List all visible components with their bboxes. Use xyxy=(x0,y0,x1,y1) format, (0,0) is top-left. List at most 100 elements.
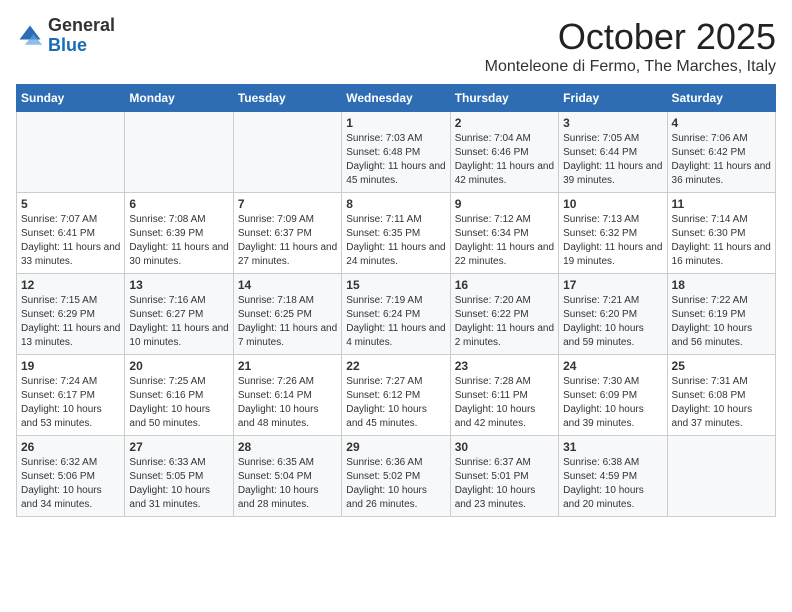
day-info: Sunrise: 7:08 AM Sunset: 6:39 PM Dayligh… xyxy=(129,213,228,269)
day-number: 26 xyxy=(21,440,120,454)
day-cell: 23 Sunrise: 7:28 AM Sunset: 6:11 PM Dayli… xyxy=(450,355,558,436)
day-info: Sunrise: 7:15 AM Sunset: 6:29 PM Dayligh… xyxy=(21,294,120,350)
day-number: 14 xyxy=(238,278,337,292)
day-number: 27 xyxy=(129,440,228,454)
day-info: Sunrise: 7:30 AM Sunset: 6:09 PM Dayligh… xyxy=(563,375,662,431)
header-cell-monday: Monday xyxy=(125,85,233,112)
day-cell xyxy=(125,112,233,193)
day-number: 6 xyxy=(129,197,228,211)
day-number: 23 xyxy=(455,359,554,373)
day-cell: 19 Sunrise: 7:24 AM Sunset: 6:17 PM Dayli… xyxy=(17,355,125,436)
day-info: Sunrise: 7:11 AM Sunset: 6:35 PM Dayligh… xyxy=(346,213,445,269)
day-info: Sunrise: 7:04 AM Sunset: 6:46 PM Dayligh… xyxy=(455,132,554,188)
day-number: 21 xyxy=(238,359,337,373)
day-info: Sunrise: 7:14 AM Sunset: 6:30 PM Dayligh… xyxy=(672,213,771,269)
day-number: 19 xyxy=(21,359,120,373)
day-cell: 20Sunrise: 7:25 AM Sunset: 6:16 PM Dayli… xyxy=(125,355,233,436)
day-cell: 4 Sunrise: 7:06 AM Sunset: 6:42 PM Daylig… xyxy=(667,112,775,193)
day-cell: 2 Sunrise: 7:04 AM Sunset: 6:46 PM Daylig… xyxy=(450,112,558,193)
day-number: 31 xyxy=(563,440,662,454)
day-cell: 6 Sunrise: 7:08 AM Sunset: 6:39 PM Daylig… xyxy=(125,193,233,274)
day-number: 2 xyxy=(455,116,554,130)
calendar-header: SundayMondayTuesdayWednesdayThursdayFrid… xyxy=(17,85,776,112)
day-cell: 30 Sunrise: 6:37 AM Sunset: 5:01 PM Dayli… xyxy=(450,436,558,517)
day-number: 5 xyxy=(21,197,120,211)
day-info: Sunrise: 7:20 AM Sunset: 6:22 PM Dayligh… xyxy=(455,294,554,350)
day-number: 10 xyxy=(563,197,662,211)
day-cell: 1Sunrise: 7:03 AM Sunset: 6:48 PM Daylig… xyxy=(342,112,450,193)
day-cell: 3Sunrise: 7:05 AM Sunset: 6:44 PM Daylig… xyxy=(559,112,667,193)
day-cell: 10 Sunrise: 7:13 AM Sunset: 6:32 PM Dayli… xyxy=(559,193,667,274)
week-row-3: 12 Sunrise: 7:15 AM Sunset: 6:29 PM Dayli… xyxy=(17,274,776,355)
title-block: October 2025 Monteleone di Fermo, The Ma… xyxy=(485,16,776,76)
day-info: Sunrise: 6:35 AM Sunset: 5:04 PM Dayligh… xyxy=(238,456,337,512)
header-row: SundayMondayTuesdayWednesdayThursdayFrid… xyxy=(17,85,776,112)
day-number: 24 xyxy=(563,359,662,373)
day-info: Sunrise: 7:13 AM Sunset: 6:32 PM Dayligh… xyxy=(563,213,662,269)
header-cell-tuesday: Tuesday xyxy=(233,85,341,112)
day-cell: 11 Sunrise: 7:14 AM Sunset: 6:30 PM Dayli… xyxy=(667,193,775,274)
day-cell: 5 Sunrise: 7:07 AM Sunset: 6:41 PM Daylig… xyxy=(17,193,125,274)
day-cell: 12 Sunrise: 7:15 AM Sunset: 6:29 PM Dayli… xyxy=(17,274,125,355)
day-number: 17 xyxy=(563,278,662,292)
day-number: 28 xyxy=(238,440,337,454)
day-info: Sunrise: 7:12 AM Sunset: 6:34 PM Dayligh… xyxy=(455,213,554,269)
header-cell-wednesday: Wednesday xyxy=(342,85,450,112)
day-cell: 9Sunrise: 7:12 AM Sunset: 6:34 PM Daylig… xyxy=(450,193,558,274)
page-header: General Blue October 2025 Monteleone di … xyxy=(16,16,776,76)
day-cell: 16 Sunrise: 7:20 AM Sunset: 6:22 PM Dayli… xyxy=(450,274,558,355)
day-cell: 28 Sunrise: 6:35 AM Sunset: 5:04 PM Dayli… xyxy=(233,436,341,517)
calendar-title: October 2025 xyxy=(485,16,776,58)
calendar-body: 1Sunrise: 7:03 AM Sunset: 6:48 PM Daylig… xyxy=(17,112,776,517)
day-cell: 18Sunrise: 7:22 AM Sunset: 6:19 PM Dayli… xyxy=(667,274,775,355)
logo: General Blue xyxy=(16,16,115,56)
day-cell xyxy=(667,436,775,517)
day-cell: 13Sunrise: 7:16 AM Sunset: 6:27 PM Dayli… xyxy=(125,274,233,355)
day-info: Sunrise: 7:05 AM Sunset: 6:44 PM Dayligh… xyxy=(563,132,662,188)
header-cell-thursday: Thursday xyxy=(450,85,558,112)
day-cell: 26 Sunrise: 6:32 AM Sunset: 5:06 PM Dayli… xyxy=(17,436,125,517)
day-cell: 31 Sunrise: 6:38 AM Sunset: 4:59 PM Dayli… xyxy=(559,436,667,517)
day-info: Sunrise: 7:25 AM Sunset: 6:16 PM Dayligh… xyxy=(129,375,228,431)
day-info: Sunrise: 7:18 AM Sunset: 6:25 PM Dayligh… xyxy=(238,294,337,350)
day-info: Sunrise: 6:37 AM Sunset: 5:01 PM Dayligh… xyxy=(455,456,554,512)
week-row-4: 19 Sunrise: 7:24 AM Sunset: 6:17 PM Dayli… xyxy=(17,355,776,436)
day-info: Sunrise: 7:26 AM Sunset: 6:14 PM Dayligh… xyxy=(238,375,337,431)
day-cell xyxy=(17,112,125,193)
day-cell: 21 Sunrise: 7:26 AM Sunset: 6:14 PM Dayli… xyxy=(233,355,341,436)
calendar-table: SundayMondayTuesdayWednesdayThursdayFrid… xyxy=(16,84,776,517)
day-number: 11 xyxy=(672,197,771,211)
day-number: 7 xyxy=(238,197,337,211)
day-info: Sunrise: 7:24 AM Sunset: 6:17 PM Dayligh… xyxy=(21,375,120,431)
day-info: Sunrise: 7:19 AM Sunset: 6:24 PM Dayligh… xyxy=(346,294,445,350)
week-row-5: 26 Sunrise: 6:32 AM Sunset: 5:06 PM Dayli… xyxy=(17,436,776,517)
day-number: 29 xyxy=(346,440,445,454)
day-info: Sunrise: 7:28 AM Sunset: 6:11 PM Dayligh… xyxy=(455,375,554,431)
day-info: Sunrise: 6:38 AM Sunset: 4:59 PM Dayligh… xyxy=(563,456,662,512)
day-info: Sunrise: 7:31 AM Sunset: 6:08 PM Dayligh… xyxy=(672,375,771,431)
day-info: Sunrise: 7:07 AM Sunset: 6:41 PM Dayligh… xyxy=(21,213,120,269)
day-cell: 17Sunrise: 7:21 AM Sunset: 6:20 PM Dayli… xyxy=(559,274,667,355)
day-cell: 14 Sunrise: 7:18 AM Sunset: 6:25 PM Dayli… xyxy=(233,274,341,355)
header-cell-saturday: Saturday xyxy=(667,85,775,112)
day-cell: 7Sunrise: 7:09 AM Sunset: 6:37 PM Daylig… xyxy=(233,193,341,274)
day-number: 16 xyxy=(455,278,554,292)
day-info: Sunrise: 6:32 AM Sunset: 5:06 PM Dayligh… xyxy=(21,456,120,512)
day-cell xyxy=(233,112,341,193)
day-number: 4 xyxy=(672,116,771,130)
logo-icon xyxy=(16,22,44,50)
day-number: 18 xyxy=(672,278,771,292)
day-number: 30 xyxy=(455,440,554,454)
day-cell: 15Sunrise: 7:19 AM Sunset: 6:24 PM Dayli… xyxy=(342,274,450,355)
header-cell-sunday: Sunday xyxy=(17,85,125,112)
day-info: Sunrise: 7:06 AM Sunset: 6:42 PM Dayligh… xyxy=(672,132,771,188)
day-cell: 24 Sunrise: 7:30 AM Sunset: 6:09 PM Dayli… xyxy=(559,355,667,436)
day-info: Sunrise: 6:33 AM Sunset: 5:05 PM Dayligh… xyxy=(129,456,228,512)
day-number: 22 xyxy=(346,359,445,373)
day-number: 12 xyxy=(21,278,120,292)
calendar-subtitle: Monteleone di Fermo, The Marches, Italy xyxy=(485,58,776,76)
day-info: Sunrise: 7:16 AM Sunset: 6:27 PM Dayligh… xyxy=(129,294,228,350)
day-info: Sunrise: 7:03 AM Sunset: 6:48 PM Dayligh… xyxy=(346,132,445,188)
day-info: Sunrise: 6:36 AM Sunset: 5:02 PM Dayligh… xyxy=(346,456,445,512)
day-info: Sunrise: 7:27 AM Sunset: 6:12 PM Dayligh… xyxy=(346,375,445,431)
